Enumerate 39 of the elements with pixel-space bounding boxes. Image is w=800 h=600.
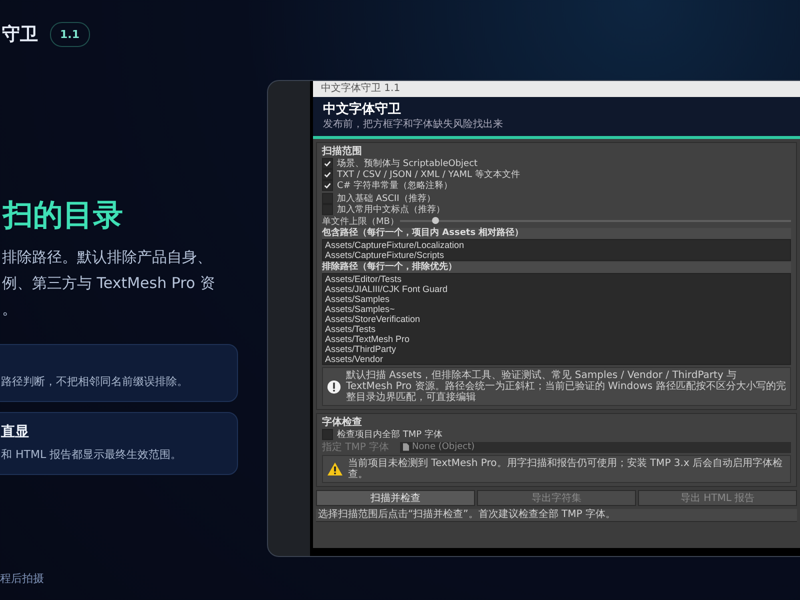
checkbox[interactable]	[322, 429, 333, 440]
card-text: 路径判断，不把相邻同名前缀误排除。	[1, 374, 189, 389]
slider-thumb[interactable]	[432, 217, 440, 224]
list-heading: 包含路径（每行一个，项目内 Assets 相对路径）	[322, 228, 791, 239]
section-title: 扫描范围	[322, 145, 363, 158]
window-title: 中文字体守卫 1.1	[313, 81, 800, 97]
version-badge: 1.1	[50, 22, 90, 46]
warning-message: 当前项目未检测到 TextMesh Pro。用字扫描和报告仍可使用；安装 TMP 3.x 后会自动启用字体检查。	[348, 458, 784, 480]
checkbox[interactable]	[322, 169, 333, 180]
tool-title: 中文字体守卫	[323, 101, 402, 118]
section-title: 字体检查	[322, 416, 363, 429]
app-title: 守卫	[2, 23, 38, 46]
exclude-paths-field[interactable]: Assets/Editor/Tests Assets/JIALIII/CJK Font Guard Assets/Samples Assets/Samples~ Assets/StoreVerification Assets/Tests Assets/TextMesh Pro Assets/ThirdParty Assets/Vendor	[322, 273, 791, 365]
info-icon	[327, 380, 341, 394]
hero-paragraph: 排除路径。默认排除产品自身、 例、第三方与 TextMesh Pro 资 。	[1, 247, 216, 320]
footer-note: 程后拍摄	[0, 572, 44, 585]
status-bar: 选择扫描范围后点击“扫描并检查”。首次建议检查全部 TMP 字体。	[316, 509, 797, 522]
file-icon	[403, 443, 409, 451]
field-label: 指定 TMP 字体	[322, 440, 390, 454]
hero-heading: 扫的目录	[1, 197, 124, 235]
card-title: 直显	[1, 423, 30, 441]
option-label: 加入常用中文标点（推荐）	[337, 204, 445, 216]
warning-icon	[327, 462, 343, 476]
checkbox[interactable]	[322, 193, 333, 204]
checkbox[interactable]	[322, 158, 333, 169]
action-button[interactable]: 扫描并检查	[316, 490, 475, 506]
option-label: TXT / CSV / JSON / XML / YAML 等文本文件	[337, 168, 520, 180]
info-message: 默认扫描 Assets，但排除本工具、验证测试、常见 Samples / Vendor / ThirdParty 与 TextMesh Pro 资源。路径会统一为正斜杠；当前已验证的 Windows 路径匹配按不区分大小写的完整目录边界匹配，可直接编辑	[346, 370, 786, 403]
include-paths-field[interactable]: Assets/CaptureFixture/Localization Assets/CaptureFixture/Scripts	[322, 239, 791, 261]
option-label: 检查项目内全部 TMP 字体	[337, 428, 442, 441]
option-label: 加入基础 ASCII（推荐）	[337, 192, 436, 204]
option-label: 场景、预制体与 ScriptableObject	[337, 158, 478, 170]
card-text: 和 HTML 报告都显示最终生效范围。	[1, 447, 183, 462]
slider-label: 单文件上限（MB）	[322, 216, 400, 228]
tool-subtitle: 发布前，把方框字和字体缺失风险找出来	[323, 119, 504, 131]
checkbox[interactable]	[322, 180, 333, 191]
checkbox[interactable]	[322, 204, 333, 215]
option-label: C# 字符串常量（忽略注释）	[337, 180, 453, 192]
list-heading: 排除路径（每行一个，排除优先）	[322, 262, 791, 273]
